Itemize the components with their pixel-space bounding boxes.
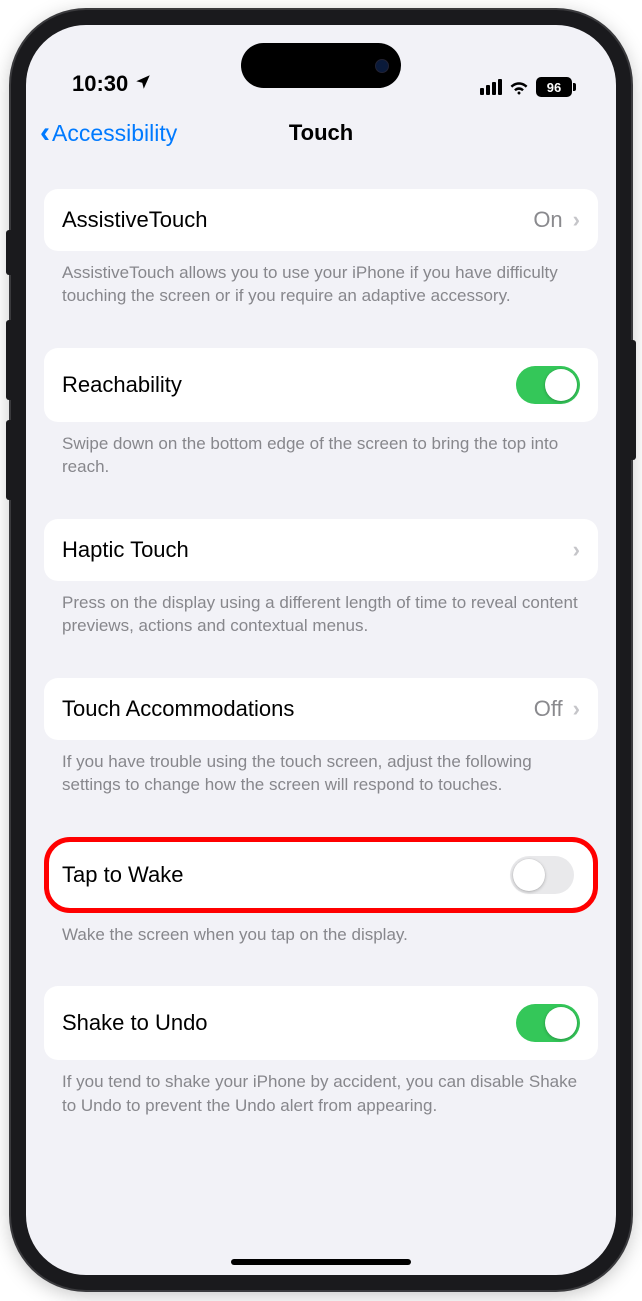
battery-level: 96	[547, 80, 561, 95]
row-label: AssistiveTouch	[62, 207, 208, 233]
chevron-right-icon: ›	[573, 537, 580, 563]
assistivetouch-row[interactable]: AssistiveTouch On ›	[44, 189, 598, 251]
row-label: Touch Accommodations	[62, 696, 294, 722]
row-value: Off	[534, 696, 563, 722]
page-title: Touch	[289, 120, 353, 146]
row-label: Reachability	[62, 372, 182, 398]
back-label: Accessibility	[52, 120, 177, 147]
row-label: Shake to Undo	[62, 1010, 208, 1036]
chevron-right-icon: ›	[573, 696, 580, 722]
side-button	[6, 230, 11, 275]
highlight-annotation: Tap to Wake	[44, 837, 598, 913]
row-footer: If you tend to shake your iPhone by acci…	[44, 1060, 598, 1143]
row-footer: Swipe down on the bottom edge of the scr…	[44, 422, 598, 505]
row-footer: If you have trouble using the touch scre…	[44, 740, 598, 823]
row-footer: Press on the display using a different l…	[44, 581, 598, 664]
row-label: Haptic Touch	[62, 537, 189, 563]
shake-to-undo-toggle[interactable]	[516, 1004, 580, 1042]
battery-icon: 96	[536, 77, 576, 97]
dynamic-island	[241, 43, 401, 88]
tap-to-wake-toggle[interactable]	[510, 856, 574, 894]
row-footer: AssistiveTouch allows you to use your iP…	[44, 251, 598, 334]
cellular-signal-icon	[480, 79, 502, 95]
shake-to-undo-row[interactable]: Shake to Undo	[44, 986, 598, 1060]
row-footer: Wake the screen when you tap on the disp…	[44, 913, 598, 972]
touch-accommodations-row[interactable]: Touch Accommodations Off ›	[44, 678, 598, 740]
reachability-toggle[interactable]	[516, 366, 580, 404]
wifi-icon	[508, 79, 530, 95]
location-icon	[134, 71, 152, 97]
side-button	[631, 340, 636, 460]
row-label: Tap to Wake	[62, 862, 183, 888]
tap-to-wake-row[interactable]: Tap to Wake	[49, 842, 587, 908]
row-value: On	[533, 207, 562, 233]
side-button	[6, 420, 11, 500]
chevron-left-icon: ‹	[40, 118, 50, 148]
back-button[interactable]: ‹ Accessibility	[40, 118, 177, 148]
front-camera	[375, 59, 389, 73]
screen: 10:30 96 ‹ Accessib	[26, 25, 616, 1275]
home-indicator[interactable]	[231, 1259, 411, 1265]
phone-frame: 10:30 96 ‹ Accessib	[11, 10, 631, 1290]
status-time: 10:30	[72, 71, 128, 97]
reachability-row[interactable]: Reachability	[44, 348, 598, 422]
chevron-right-icon: ›	[573, 207, 580, 233]
settings-content: AssistiveTouch On › AssistiveTouch allow…	[26, 161, 616, 1275]
haptic-touch-row[interactable]: Haptic Touch ›	[44, 519, 598, 581]
side-button	[6, 320, 11, 400]
navigation-bar: ‹ Accessibility Touch	[26, 105, 616, 161]
